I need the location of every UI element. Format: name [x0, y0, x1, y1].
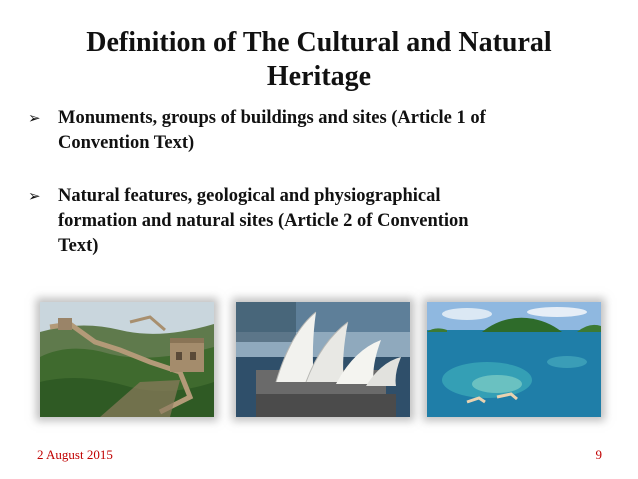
bullet-text-line: Text)	[58, 236, 99, 256]
bullet-item-natural: ➢ Natural features, geological and physi…	[28, 184, 598, 259]
slide-page-number: 9	[595, 447, 603, 462]
bullet-list: ➢ Monuments, groups of buildings and sit…	[28, 106, 598, 259]
bullet-text-line: Monuments, groups of buildings and sites…	[58, 108, 486, 128]
title-line-2: Heritage	[266, 61, 372, 92]
arrow-bullet-icon: ➢	[28, 187, 41, 205]
great-wall-photo	[40, 302, 214, 417]
footer-date: 2 August 2015	[37, 447, 113, 462]
bullet-text-line: Convention Text)	[58, 133, 195, 153]
bullet-text-line: Natural features, geological and physiog…	[58, 186, 441, 206]
tropical-island-snorkel-photo	[427, 302, 601, 417]
sydney-opera-house-photo	[236, 302, 410, 417]
bullet-text-line: formation and natural sites (Article 2 o…	[58, 211, 469, 231]
bullet-item-cultural: ➢ Monuments, groups of buildings and sit…	[28, 106, 598, 156]
arrow-bullet-icon: ➢	[28, 109, 41, 127]
slide-title: Definition of The Cultural and Natural H…	[40, 26, 598, 94]
title-line-1: Definition of The Cultural and Natural	[86, 27, 552, 58]
